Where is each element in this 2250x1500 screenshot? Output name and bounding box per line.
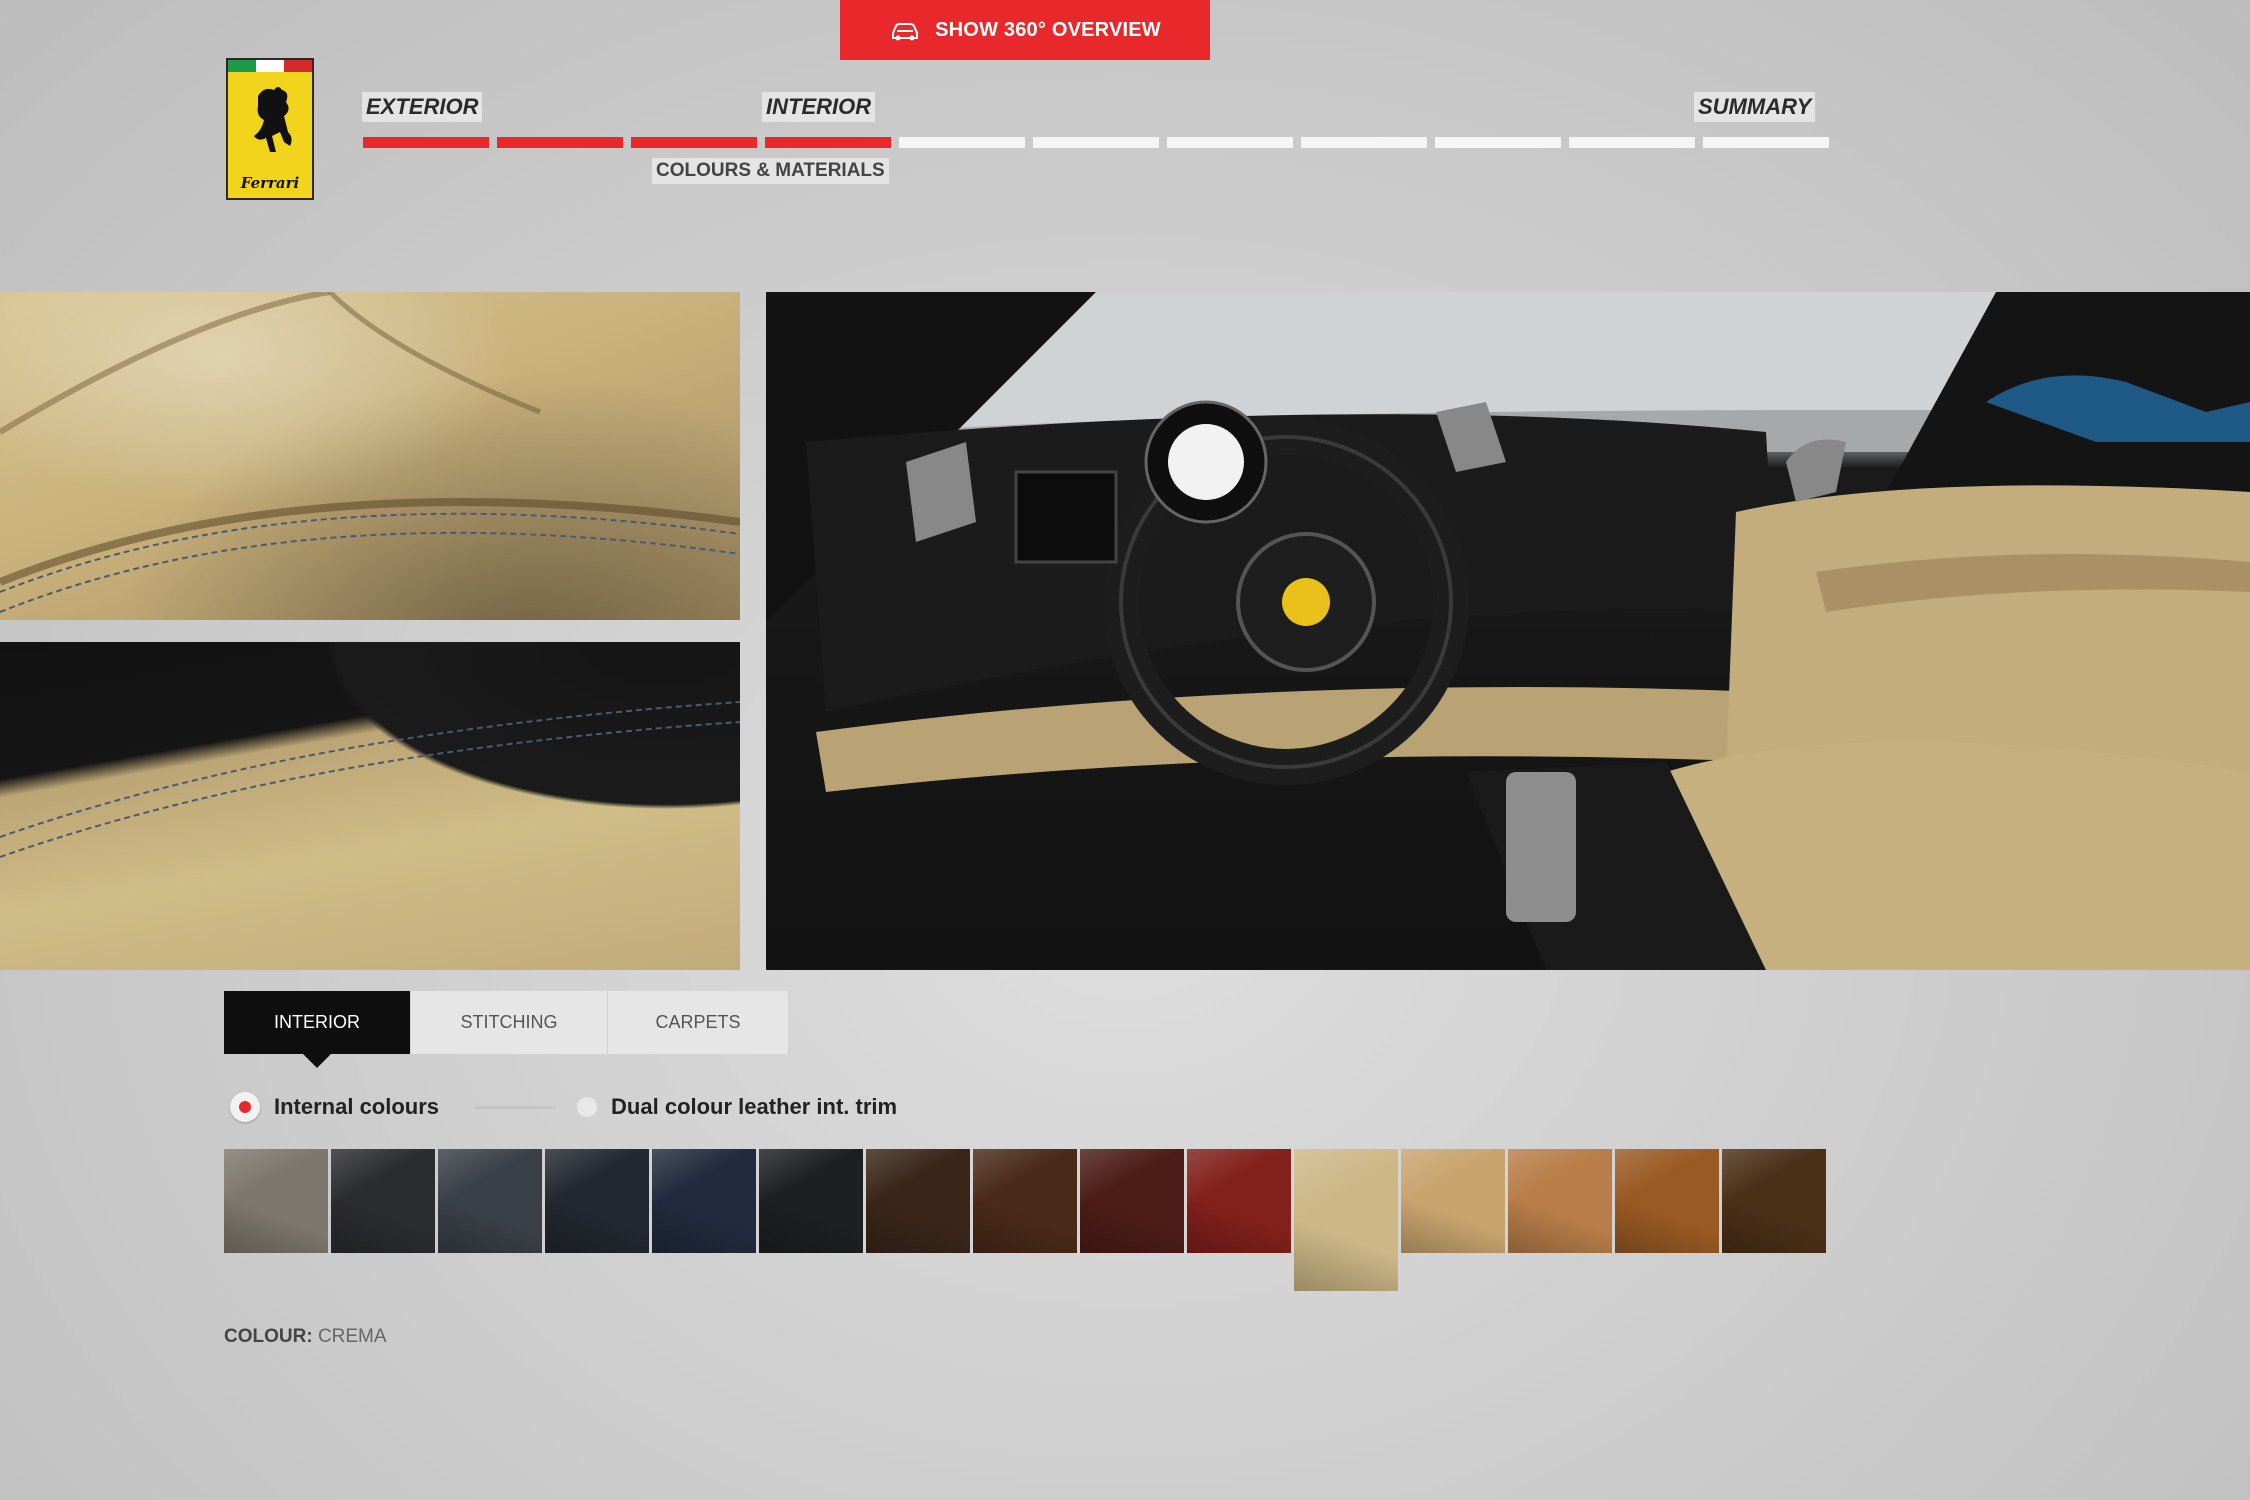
logo-text: Ferrari <box>240 174 300 192</box>
selected-colour-readout: COLOUR: CREMA <box>224 1326 387 1348</box>
step-interior[interactable]: INTERIOR <box>762 92 876 122</box>
colour-swatch[interactable] <box>1508 1149 1612 1253</box>
colour-swatch[interactable] <box>1401 1149 1505 1253</box>
sub-step-colours-materials: COLOURS & MATERIALS <box>652 158 889 184</box>
progress-segment[interactable] <box>1569 137 1695 148</box>
progress-segment[interactable] <box>1033 137 1159 148</box>
colour-label: COLOUR: <box>224 1326 313 1347</box>
option-dual-colour-label: Dual colour leather int. trim <box>611 1094 898 1119</box>
colour-swatch[interactable] <box>331 1149 435 1253</box>
colour-swatch[interactable] <box>652 1149 756 1253</box>
colour-swatch[interactable] <box>224 1149 328 1253</box>
radio-selected[interactable] <box>230 1092 260 1122</box>
step-exterior[interactable]: EXTERIOR <box>362 92 483 122</box>
show-360-label: SHOW 360° OVERVIEW <box>935 18 1161 41</box>
colour-swatch[interactable] <box>438 1149 542 1253</box>
progress-segment[interactable] <box>1703 137 1829 148</box>
leather-seat-detail-image <box>0 292 740 620</box>
colour-swatch[interactable] <box>1294 1149 1398 1291</box>
colour-mode-options: Internal colours Dual colour leather int… <box>230 1092 897 1122</box>
step-summary[interactable]: SUMMARY <box>1694 92 1816 122</box>
progress-segment[interactable] <box>631 137 757 148</box>
colour-swatch[interactable] <box>1080 1149 1184 1253</box>
progress-segment[interactable] <box>899 137 1025 148</box>
radio-unselected[interactable] <box>577 1097 598 1117</box>
option-divider <box>475 1105 556 1109</box>
prancing-horse-icon <box>254 87 292 152</box>
italian-flag-stripe <box>228 60 312 72</box>
colour-swatch[interactable] <box>1722 1149 1826 1253</box>
progress-segment[interactable] <box>497 137 623 148</box>
progress-segment[interactable] <box>1167 137 1293 148</box>
ferrari-logo[interactable]: Ferrari <box>226 58 314 200</box>
tab-carpets[interactable]: CARPETS <box>608 991 789 1054</box>
interior-cockpit-render[interactable] <box>766 292 2250 970</box>
colour-swatch[interactable] <box>545 1149 649 1253</box>
step-progress-bar <box>363 137 1829 148</box>
progress-segment[interactable] <box>363 137 489 148</box>
tab-stitching[interactable]: STITCHING <box>411 991 608 1054</box>
colour-swatch-list <box>224 1149 1826 1291</box>
colour-swatch[interactable] <box>973 1149 1077 1253</box>
progress-segment[interactable] <box>765 137 891 148</box>
colour-value: CREMA <box>317 1326 387 1347</box>
colour-swatch[interactable] <box>1187 1149 1291 1253</box>
car-icon <box>889 19 921 41</box>
colour-swatch[interactable] <box>759 1149 863 1253</box>
progress-segment[interactable] <box>1301 137 1427 148</box>
progress-segment[interactable] <box>1435 137 1561 148</box>
tab-interior[interactable]: INTERIOR <box>224 991 411 1068</box>
colour-swatch[interactable] <box>866 1149 970 1253</box>
colour-swatch[interactable] <box>1615 1149 1719 1253</box>
option-internal-colours[interactable]: Internal colours <box>230 1092 439 1122</box>
option-internal-colours-label: Internal colours <box>274 1094 440 1119</box>
option-dual-colour[interactable]: Dual colour leather int. trim <box>577 1094 897 1120</box>
config-tabs: INTERIOR STITCHING CARPETS <box>224 991 789 1068</box>
leather-stitching-detail-image <box>0 642 740 970</box>
show-360-overview-button[interactable]: SHOW 360° OVERVIEW <box>840 0 1210 60</box>
